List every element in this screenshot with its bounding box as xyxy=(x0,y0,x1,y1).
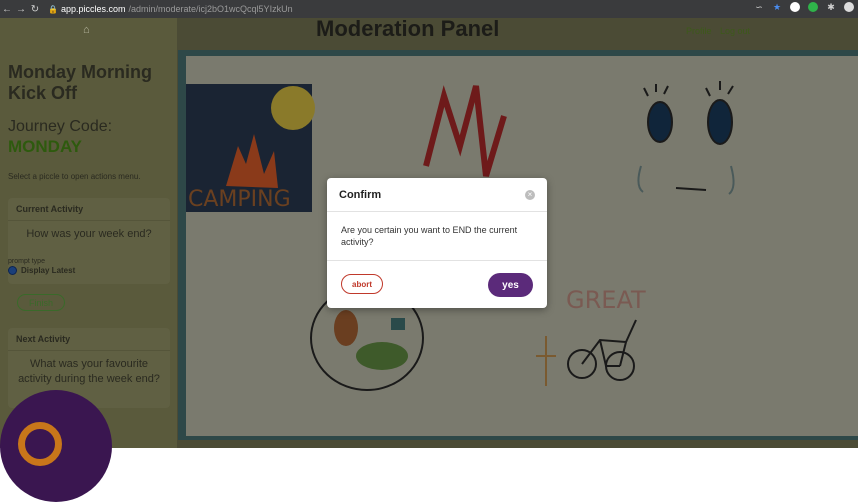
abort-button[interactable]: abort xyxy=(341,274,383,294)
yes-button[interactable]: yes xyxy=(488,273,533,297)
confirm-dialog: Confirm × Are you certain you want to EN… xyxy=(327,178,547,308)
puzzle-icon[interactable]: ✱ xyxy=(826,2,836,12)
dialog-footer: abort yes xyxy=(327,261,547,309)
lock-icon: 🔒 xyxy=(48,4,58,14)
back-icon[interactable]: ← xyxy=(0,4,14,15)
reload-icon[interactable]: ↻ xyxy=(28,4,42,15)
star-icon[interactable]: ★ xyxy=(772,2,782,12)
address-bar[interactable]: 🔒 app.piccles.com/admin/moderate/icj2bO1… xyxy=(48,4,293,14)
extension-green-icon[interactable] xyxy=(808,2,818,12)
dialog-message: Are you certain you want to END the curr… xyxy=(327,212,547,261)
close-icon[interactable]: × xyxy=(525,189,535,200)
drive-icon[interactable] xyxy=(790,2,800,12)
url-path: /admin/moderate/icj2bO1wcQcql5YIzkUn xyxy=(128,4,293,14)
forward-icon[interactable]: → xyxy=(14,4,28,15)
dialog-title: Confirm xyxy=(339,188,382,201)
dialog-header: Confirm × xyxy=(327,178,547,212)
key-icon[interactable]: ∽ xyxy=(754,2,764,12)
url-host: app.piccles.com xyxy=(60,4,126,14)
profile-avatar-icon[interactable] xyxy=(844,2,854,12)
